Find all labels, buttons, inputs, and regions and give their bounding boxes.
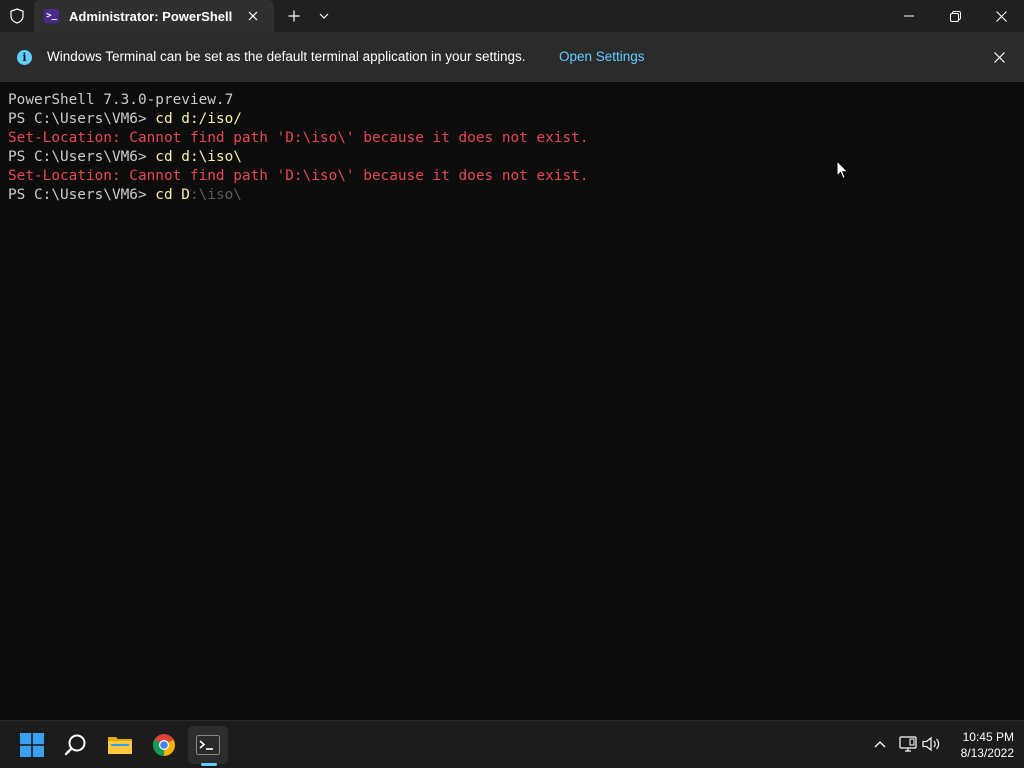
windows-start-icon[interactable] (12, 726, 52, 764)
terminal-line-current-input: PS C:\Users\VM6> cd D:\iso\ (8, 186, 242, 205)
powershell-icon: >_ (44, 9, 59, 23)
clock-date: 8/13/2022 (960, 746, 1014, 760)
chevron-up-icon[interactable] (869, 733, 891, 755)
terminal-line-error: Set-Location: Cannot find path 'D:\iso\'… (8, 130, 589, 146)
command: cd D (155, 187, 190, 203)
windows-terminal-icon[interactable] (188, 726, 228, 764)
prompt: PS C:\Users\VM6> (8, 111, 156, 127)
terminal-line-prompt: PS C:\Users\VM6> cd d:\iso\ (8, 148, 242, 167)
minimize-button[interactable] (886, 0, 932, 32)
chrome-icon[interactable] (144, 726, 184, 764)
terminal-pane[interactable]: PowerShell 7.3.0-preview.7 PS C:\Users\V… (0, 82, 1024, 720)
info-icon: i (17, 50, 32, 65)
command: cd d:/iso/ (155, 111, 242, 127)
title-bar: >_ Administrator: PowerShell (0, 0, 1024, 32)
tab-close-icon[interactable] (244, 7, 262, 25)
clock-time: 10:45 PM (962, 730, 1014, 744)
file-explorer-icon[interactable] (100, 726, 140, 764)
close-window-button[interactable] (978, 0, 1024, 32)
admin-shield-icon (8, 7, 26, 25)
network-icon[interactable] (897, 733, 919, 755)
mouse-pointer-icon (836, 159, 850, 180)
new-tab-plus-icon[interactable] (284, 6, 304, 26)
prompt: PS C:\Users\VM6> (8, 149, 156, 165)
terminal-line-version: PowerShell 7.3.0-preview.7 (8, 92, 234, 108)
system-clock[interactable]: 10:45 PM 8/13/2022 (940, 729, 1014, 761)
taskbar: 10:45 PM 8/13/2022 (0, 720, 1024, 768)
active-app-indicator (201, 763, 217, 766)
prompt: PS C:\Users\VM6> (8, 187, 156, 203)
terminal-line-error: Set-Location: Cannot find path 'D:\iso\'… (8, 168, 589, 184)
tab-powershell[interactable]: >_ Administrator: PowerShell (34, 0, 274, 32)
open-settings-link[interactable]: Open Settings (559, 49, 645, 64)
search-icon[interactable] (56, 726, 96, 764)
predictive-suggestion: :\iso\ (189, 187, 242, 203)
infobar-message: Windows Terminal can be set as the defau… (47, 49, 526, 64)
default-terminal-infobar: i Windows Terminal can be set as the def… (0, 32, 1024, 82)
restore-button[interactable] (932, 0, 978, 32)
infobar-close-icon[interactable] (989, 47, 1009, 67)
chevron-down-icon[interactable] (314, 6, 334, 26)
command: cd d:\iso\ (155, 149, 242, 165)
tab-title: Administrator: PowerShell (69, 9, 233, 24)
terminal-line-prompt: PS C:\Users\VM6> cd d:/iso/ (8, 110, 242, 129)
